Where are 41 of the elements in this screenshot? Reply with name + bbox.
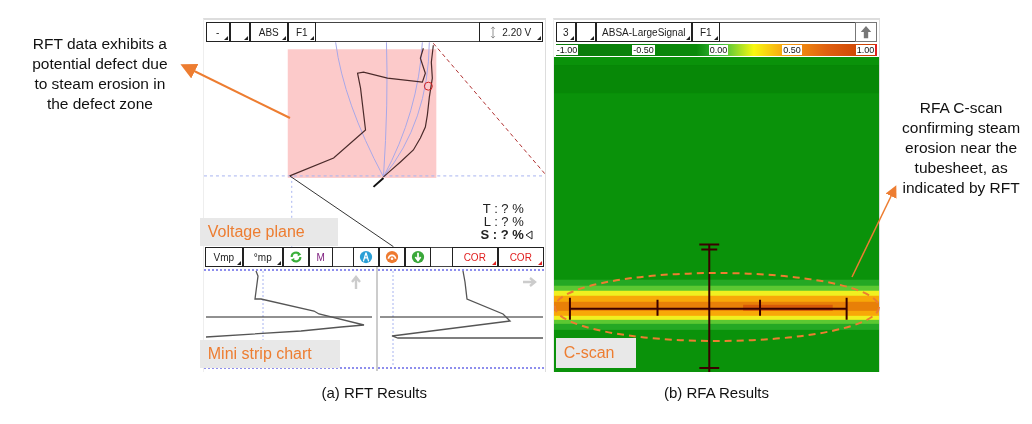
scale-tick-label: -0.50 [632, 45, 655, 55]
dropdown-button[interactable]: - [205, 22, 230, 42]
dropdown-button[interactable]: 3 [555, 22, 576, 42]
correction-dropdown[interactable]: COR [451, 247, 498, 267]
scale-dropdown[interactable]: 2.20 V [478, 22, 543, 42]
section-label: C-scan [555, 338, 636, 368]
pointer-icon [524, 229, 533, 240]
dropdown-button[interactable]: F1 [287, 22, 316, 42]
dropdown-button[interactable] [229, 22, 250, 42]
dropdown-button[interactable]: ABS [249, 22, 288, 42]
scale-tick-label: -1.00 [555, 45, 579, 55]
compass-button[interactable] [353, 247, 380, 267]
up-down-icon [490, 25, 497, 39]
annotation-text: RFA C-scan confirming steam erosion near the tubesheet, as indicated by RFT [901, 98, 1022, 198]
mode-button[interactable]: M [308, 247, 333, 267]
readout-text: L : ? % [483, 215, 524, 228]
download-button[interactable] [405, 247, 432, 267]
refresh-icon [288, 250, 303, 264]
dropdown-button[interactable]: ABSA-LargeSignal [595, 22, 692, 42]
up-arrow-icon [859, 25, 874, 39]
figure-caption: (a) RFT Results [321, 384, 428, 401]
dropdown-button[interactable]: Vmp [204, 247, 243, 267]
readout-text: S : ? % [480, 228, 524, 241]
up-button[interactable] [855, 22, 878, 42]
refresh-button[interactable] [282, 247, 309, 267]
rotate-button[interactable] [379, 247, 406, 267]
scale-tick-label: 0.50 [782, 45, 802, 55]
readout-text: T : ? % [482, 202, 524, 215]
section-label: Mini strip chart [199, 340, 340, 368]
compass-icon [359, 250, 374, 264]
dropdown-button[interactable] [575, 22, 596, 42]
dropdown-button[interactable]: °mp [242, 247, 283, 267]
annotation-text: RFT data exhibits a potential defect due to steam erosion in the defect zone [31, 34, 169, 114]
correction-dropdown[interactable]: COR [497, 247, 544, 267]
rotate-icon [385, 250, 400, 264]
scale-tick-label: 1.00 [855, 45, 876, 55]
toolbar-blank-slot [431, 247, 452, 267]
section-label: Voltage plane [199, 218, 338, 246]
scale-tick-label: 0.00 [708, 45, 729, 55]
figure-caption: (b) RFA Results [664, 384, 769, 401]
dropdown-button[interactable]: F1 [691, 22, 720, 42]
